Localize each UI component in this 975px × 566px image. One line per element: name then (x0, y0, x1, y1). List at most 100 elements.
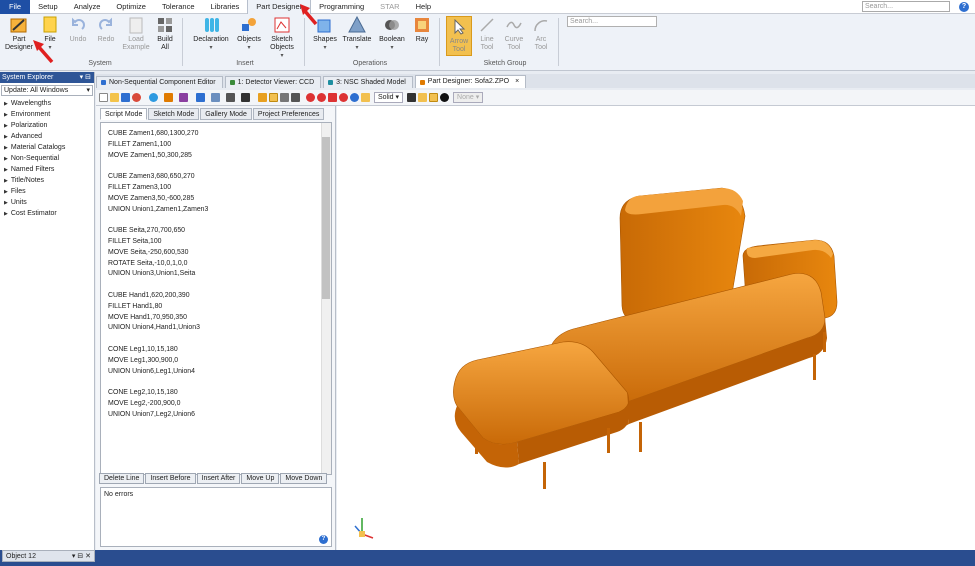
tree-item-named-filters[interactable]: ▶ Named Filters (0, 164, 94, 175)
script-line[interactable]: FILLET Zamen3,100 (108, 183, 331, 194)
script-line[interactable]: CUBE Hand1,620,200,390 (108, 291, 331, 302)
object-tab-controls[interactable]: ▾ ⊟ ✕ (72, 551, 91, 561)
rotate-icon[interactable] (164, 93, 173, 102)
delete-line-button[interactable]: Delete Line (99, 473, 145, 484)
render-mode-select[interactable]: Solid ▾ (374, 92, 404, 103)
reset-icon[interactable] (339, 93, 348, 102)
save-icon[interactable] (121, 93, 130, 102)
menu-item-help[interactable]: Help (408, 0, 439, 14)
arrow-tool-button[interactable]: Arrow Tool (446, 16, 472, 56)
view-icon[interactable] (179, 93, 188, 102)
script-line[interactable]: MOVE Hand1,70,950,350 (108, 313, 331, 324)
globe-icon[interactable] (149, 93, 158, 102)
block-icon[interactable] (317, 93, 326, 102)
shapes-button[interactable]: Shapes ▾ (311, 16, 339, 52)
script-line[interactable]: UNION Union1,Zamen1,Zamen3 (108, 205, 331, 216)
script-line[interactable]: MOVE Seita,-250,600,530 (108, 248, 331, 259)
undo-button[interactable]: Undo (67, 16, 89, 44)
tree-item-polarization[interactable]: ▶ Polarization (0, 120, 94, 131)
move-icon[interactable] (291, 93, 300, 102)
translate-button[interactable]: Translate ▾ (341, 16, 373, 52)
document-tab[interactable]: Non-Sequential Component Editor (96, 76, 223, 88)
new-icon[interactable] (99, 93, 108, 102)
load-example-button[interactable]: Load Example (120, 16, 152, 52)
record-icon[interactable] (440, 93, 450, 102)
script-line[interactable]: MOVE Leg1,300,900,0 (108, 356, 331, 367)
script-line[interactable] (108, 280, 331, 291)
script-line[interactable] (108, 215, 331, 226)
color-icon[interactable] (407, 93, 417, 102)
document-tab[interactable]: 1: Detector Viewer: CCD (224, 76, 322, 88)
script-line[interactable]: CUBE Zamen3,680,650,270 (108, 172, 331, 183)
script-line[interactable]: FILLET Hand1,80 (108, 302, 331, 313)
script-line[interactable] (108, 161, 331, 172)
menu-item-star[interactable]: STAR (372, 0, 407, 14)
tree-item-advanced[interactable]: ▶ Advanced (0, 131, 94, 142)
script-line[interactable] (108, 334, 331, 345)
ribbon-search-input[interactable]: Search... (567, 16, 657, 27)
highlight-icon[interactable] (418, 93, 428, 102)
mode-tab-sketch-mode[interactable]: Sketch Mode (148, 108, 200, 120)
axes-icon[interactable] (258, 93, 267, 102)
menu-item-setup[interactable]: Setup (30, 0, 66, 14)
script-line[interactable]: CONE Leg1,10,15,180 (108, 345, 331, 356)
script-line[interactable]: FILLET Zamen1,100 (108, 140, 331, 151)
document-tab[interactable]: Part Designer: Sofa2.ZPO × (414, 75, 527, 88)
part-designer-button[interactable]: Part Designer (3, 16, 35, 52)
menu-item-file[interactable]: File (0, 0, 31, 14)
tool-icon[interactable] (429, 93, 439, 102)
script-line[interactable]: FILLET Seita,100 (108, 237, 331, 248)
3d-viewport[interactable] (337, 106, 975, 550)
menu-item-tolerance[interactable]: Tolerance (154, 0, 203, 14)
script-line[interactable]: MOVE Leg2,-200,900,0 (108, 399, 331, 410)
mode-tab-script-mode[interactable]: Script Mode (100, 108, 148, 120)
shade-icon[interactable] (361, 93, 370, 102)
menu-item-part-designer[interactable]: Part Designer (247, 0, 312, 14)
build-all-button[interactable]: Build All (153, 16, 177, 52)
script-line[interactable]: UNION Union4,Hand1,Union3 (108, 323, 331, 334)
boolean-button[interactable]: Boolean ▾ (376, 16, 408, 52)
text-icon[interactable] (241, 93, 250, 102)
script-line[interactable]: CUBE Seita,270,700,650 (108, 226, 331, 237)
tree-item-wavelengths[interactable]: ▶ Wavelengths (0, 98, 94, 109)
axis-toggle-icon[interactable] (269, 93, 278, 102)
delete-icon[interactable] (328, 93, 337, 102)
pin-icon[interactable]: ▾ ⊟ (80, 72, 91, 83)
redo-button[interactable]: Redo (95, 16, 117, 44)
mode-tab-project-preferences[interactable]: Project Preferences (252, 108, 325, 120)
menu-item-programming[interactable]: Programming (311, 0, 372, 14)
objects-button[interactable]: Objects ▾ (234, 16, 264, 52)
insert-after-button[interactable]: Insert After (196, 473, 241, 484)
menu-item-libraries[interactable]: Libraries (203, 0, 248, 14)
insert-before-button[interactable]: Insert Before (145, 473, 196, 484)
script-line[interactable]: UNION Union7,Leg2,Union6 (108, 410, 331, 421)
script-line[interactable]: UNION Union6,Leg1,Union4 (108, 367, 331, 378)
tree-item-cost-estimator[interactable]: ▶ Cost Estimator (0, 208, 94, 219)
object-tab[interactable]: Object 12 ▾ ⊟ ✕ (2, 550, 95, 562)
script-line[interactable]: ROTATE Seita,-10,0,1,0,0 (108, 259, 331, 270)
zoom-fit-icon[interactable] (280, 93, 289, 102)
light-icon[interactable] (350, 93, 359, 102)
close-icon[interactable]: × (515, 76, 519, 88)
script-line[interactable]: CONE Leg2,10,15,180 (108, 388, 331, 399)
arrow-icon[interactable] (211, 93, 220, 102)
tree-item-files[interactable]: ▶ Files (0, 186, 94, 197)
settings-icon[interactable] (132, 93, 141, 102)
filter-select[interactable]: None ▾ (453, 92, 484, 103)
stop-icon[interactable] (306, 93, 315, 102)
script-line[interactable]: UNION Union3,Union1,Seita (108, 269, 331, 280)
update-dropdown[interactable]: Update: All Windows ▾ (1, 85, 93, 96)
top-search-input[interactable]: Search... (862, 1, 950, 12)
curve-tool-button[interactable]: Curve Tool (502, 16, 526, 52)
tree-item-non-sequential[interactable]: ▶ Non-Sequential (0, 153, 94, 164)
tree-item-material-catalogs[interactable]: ▶ Material Catalogs (0, 142, 94, 153)
pointer-icon[interactable] (226, 93, 235, 102)
chevron-right-icon[interactable]: ▶ (4, 209, 8, 220)
tree-item-title-notes[interactable]: ▶ Title/Notes (0, 175, 94, 186)
script-scrollbar[interactable] (321, 123, 331, 474)
menu-item-analyze[interactable]: Analyze (66, 0, 109, 14)
menu-item-optimize[interactable]: Optimize (108, 0, 154, 14)
document-tab[interactable]: 3: NSC Shaded Model (323, 76, 413, 88)
declaration-button[interactable]: Declaration ▾ (190, 16, 232, 52)
tree-item-units[interactable]: ▶ Units (0, 197, 94, 208)
